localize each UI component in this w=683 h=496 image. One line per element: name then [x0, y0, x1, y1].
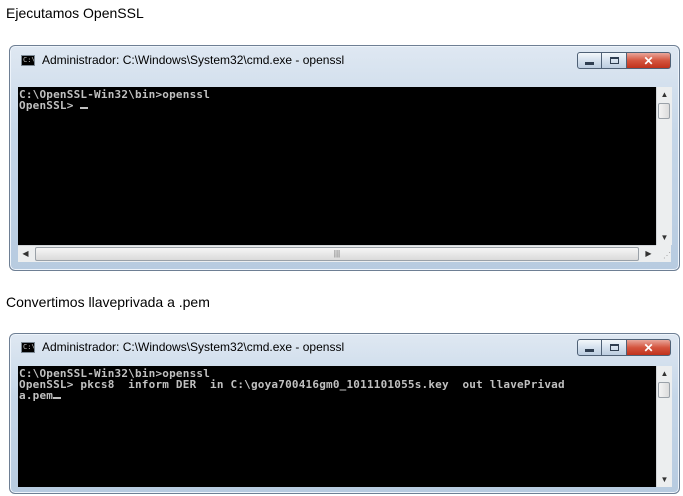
- cmd-icon[interactable]: C:\: [21, 342, 35, 353]
- minimize-icon: [585, 348, 594, 352]
- maximize-icon: [609, 344, 619, 351]
- horizontal-scroll-thumb[interactable]: |||: [35, 247, 639, 261]
- scroll-down-icon[interactable]: ▼: [657, 472, 672, 487]
- window-controls: ✕: [577, 339, 671, 356]
- console-line: OpenSSL> pkcs8 inform DER in C:\goya7004…: [19, 378, 565, 391]
- console-line: OpenSSL>: [19, 99, 81, 112]
- scroll-down-icon[interactable]: ▼: [657, 230, 672, 245]
- scroll-up-icon[interactable]: ▲: [657, 366, 672, 381]
- maximize-icon: [609, 57, 619, 64]
- close-button[interactable]: ✕: [627, 52, 671, 69]
- vertical-scroll-thumb[interactable]: [658, 382, 670, 398]
- maximize-button[interactable]: [602, 52, 627, 69]
- minimize-button[interactable]: [577, 52, 602, 69]
- cmd-icon[interactable]: C:\: [21, 55, 35, 66]
- title-bar[interactable]: C:\ Administrador: C:\Windows\System32\c…: [10, 46, 679, 74]
- console-line: a.pem: [19, 389, 54, 402]
- scroll-left-icon[interactable]: ◀: [18, 246, 33, 262]
- scroll-up-icon[interactable]: ▲: [657, 87, 672, 102]
- text-cursor: [80, 107, 89, 109]
- scroll-right-icon[interactable]: ▶: [641, 246, 656, 262]
- caption-convertimos: Convertimos llaveprivada a .pem: [6, 294, 210, 310]
- close-button[interactable]: ✕: [627, 339, 671, 356]
- text-cursor: [53, 397, 62, 399]
- close-icon: ✕: [643, 340, 654, 355]
- window-title: Administrador: C:\Windows\System32\cmd.e…: [42, 340, 345, 354]
- close-icon: ✕: [643, 53, 654, 68]
- resize-grip-icon[interactable]: ⋰: [656, 245, 671, 262]
- window-controls: ✕: [577, 52, 671, 69]
- caption-ejecutamos-openssl: Ejecutamos OpenSSL: [6, 5, 144, 21]
- console-output[interactable]: C:\OpenSSL-Win32\bin>openssl OpenSSL>: [18, 87, 656, 245]
- console-output[interactable]: C:\OpenSSL-Win32\bin>openssl OpenSSL> pk…: [18, 366, 656, 487]
- vertical-scrollbar[interactable]: ▲ ▼: [656, 366, 672, 487]
- minimize-button[interactable]: [577, 339, 602, 356]
- horizontal-scrollbar[interactable]: ◀ ||| ▶: [18, 245, 656, 262]
- vertical-scroll-thumb[interactable]: [658, 103, 670, 119]
- maximize-button[interactable]: [602, 339, 627, 356]
- cmd-window-1[interactable]: C:\ Administrador: C:\Windows\System32\c…: [9, 45, 680, 271]
- cmd-window-2[interactable]: C:\ Administrador: C:\Windows\System32\c…: [9, 333, 680, 494]
- minimize-icon: [585, 61, 594, 65]
- title-bar[interactable]: C:\ Administrador: C:\Windows\System32\c…: [10, 334, 679, 362]
- window-title: Administrador: C:\Windows\System32\cmd.e…: [42, 53, 345, 67]
- vertical-scrollbar[interactable]: ▲ ▼: [656, 87, 672, 245]
